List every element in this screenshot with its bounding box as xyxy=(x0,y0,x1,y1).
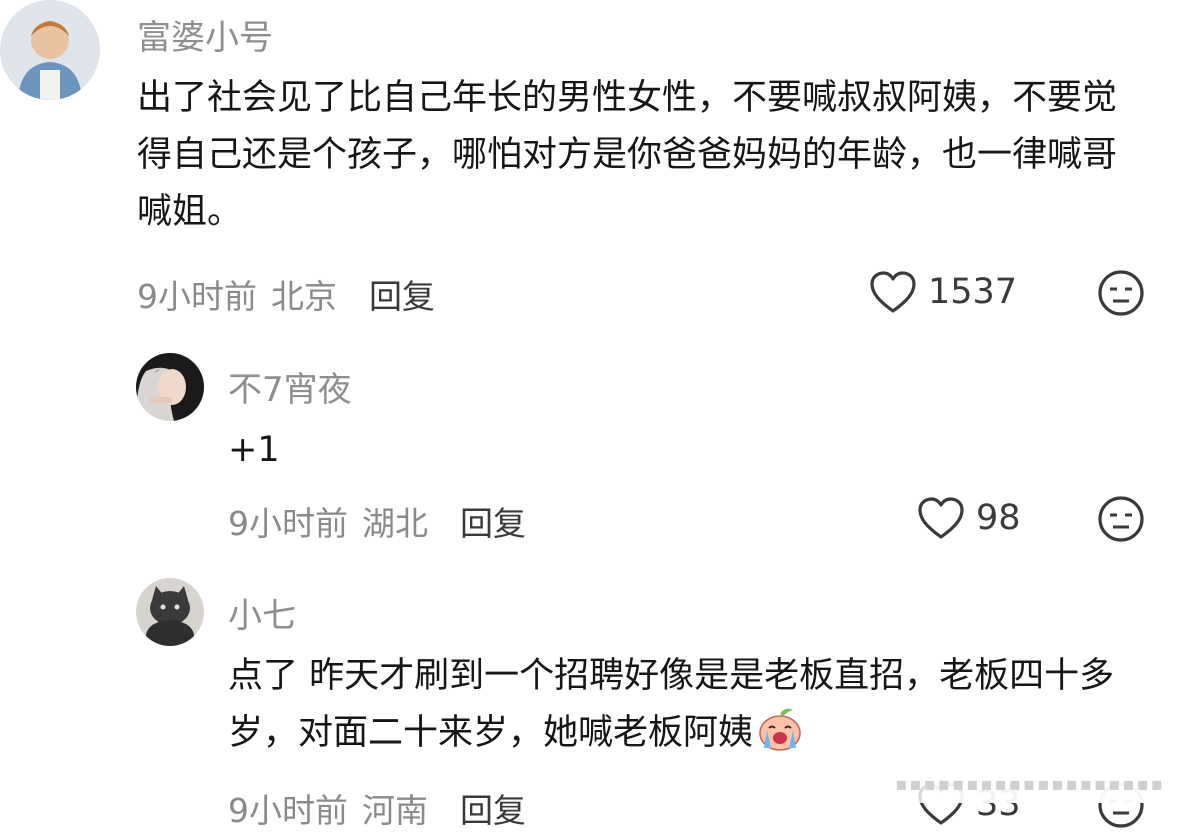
location: 河南 xyxy=(362,791,428,830)
username[interactable]: 小七 xyxy=(228,588,296,637)
comment-text: 点了 昨天才刷到一个招聘好像是是老板直招，老板四十多岁，对面二十来岁，她喊老板阿… xyxy=(228,648,1133,770)
location: 湖北 xyxy=(362,504,428,543)
avatar[interactable] xyxy=(136,578,204,646)
watermark-dots: ▪▪▪▪▪▪▪▪▪▪▪▪▪▪▪▪▪▪▪ xyxy=(895,774,1165,795)
meh-face-icon xyxy=(1098,270,1144,316)
reply-button[interactable]: 回复 xyxy=(460,784,526,832)
username[interactable]: 富婆小号 xyxy=(137,10,273,59)
like-count: 1537 xyxy=(928,272,1018,312)
comment-text: +1 xyxy=(228,430,280,470)
meh-face-icon xyxy=(1098,496,1144,542)
username[interactable]: 不7宵夜 xyxy=(228,362,352,411)
dislike-button[interactable] xyxy=(1096,494,1146,548)
like-count: 98 xyxy=(976,498,1021,538)
comment-meta: 9小时前 湖北 回复 xyxy=(228,497,526,545)
location: 北京 xyxy=(271,277,337,316)
heart-outline-icon xyxy=(918,497,964,539)
dislike-button[interactable] xyxy=(1096,268,1146,322)
comment-text: 出了社会见了比自己年长的男性女性，不要喊叔叔阿姨，不要觉得自己还是个孩子，哪怕对… xyxy=(137,78,1118,232)
comment-meta: 9小时前 北京 回复 xyxy=(137,270,435,318)
like-button[interactable]: 98 xyxy=(916,495,1021,541)
avatar[interactable] xyxy=(136,353,204,421)
comment-meta: 9小时前 河南 回复 xyxy=(228,784,526,832)
crying-peach-emoji xyxy=(755,706,805,770)
heart-outline-icon xyxy=(870,271,916,313)
reply-button[interactable]: 回复 xyxy=(369,270,435,318)
like-button[interactable]: 1537 xyxy=(868,269,1017,315)
timestamp: 9小时前 xyxy=(228,504,348,543)
reply-button[interactable]: 回复 xyxy=(460,497,526,545)
timestamp: 9小时前 xyxy=(137,277,257,316)
timestamp: 9小时前 xyxy=(228,791,348,830)
avatar[interactable] xyxy=(0,0,100,100)
